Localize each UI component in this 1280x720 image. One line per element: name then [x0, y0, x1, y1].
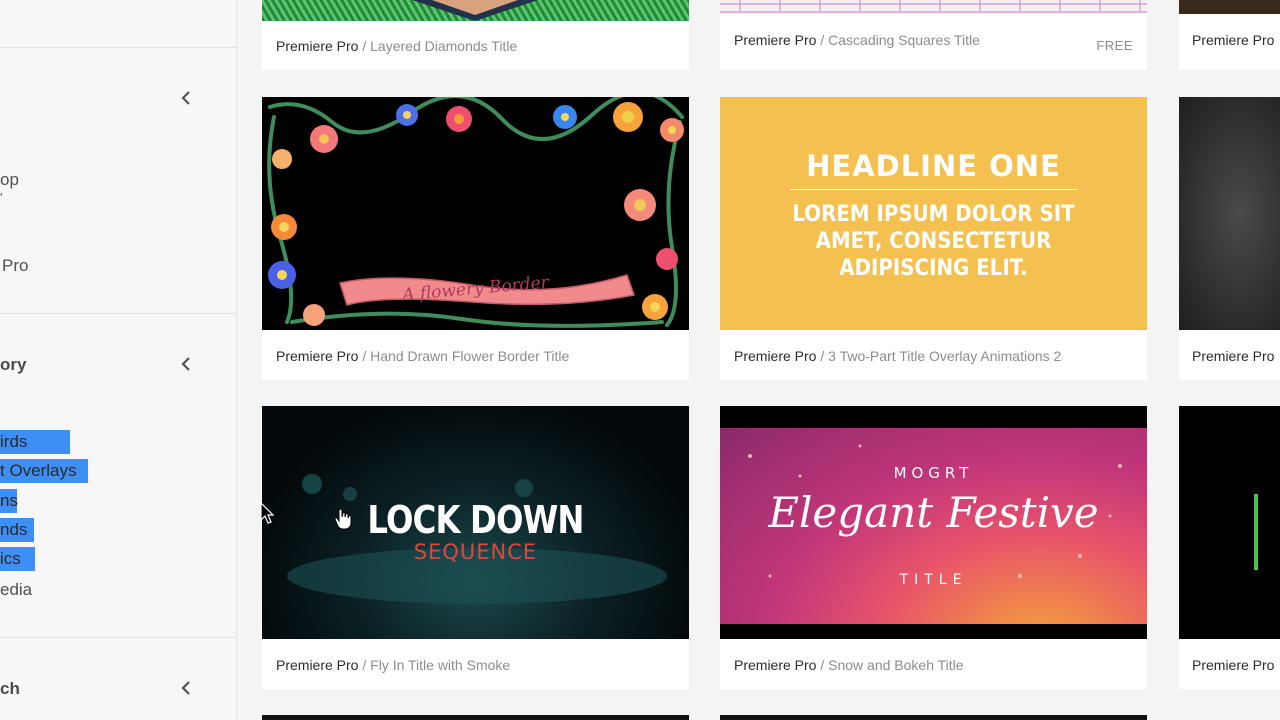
festive-bottom-text: TITLE: [899, 572, 968, 588]
card-caption: Premiere Pro: [1192, 657, 1274, 673]
template-thumbnail[interactable]: [262, 0, 689, 21]
caption-separator: /: [358, 38, 371, 54]
template-card[interactable]: Premiere Pro / Cascading Squares Title F…: [720, 0, 1147, 70]
template-thumbnail[interactable]: MOGRT Elegant Festive TITLE: [720, 406, 1147, 639]
body-text: LOREM IPSUM DOLOR SIT AMET, CONSECTETUR …: [741, 201, 1125, 282]
card-app-name[interactable]: Premiere Pro: [1192, 32, 1274, 48]
sidebar-divider: [0, 637, 236, 638]
template-card[interactable]: Premiere Pro: [1179, 406, 1280, 689]
free-badge: FREE: [1096, 38, 1133, 53]
filter-sidebar: op ' Pro ory irds t Overlays ns nds ics …: [0, 0, 237, 720]
card-title[interactable]: Snow and Bokeh Title: [828, 657, 963, 673]
template-card[interactable]: Premiere Pro: [1179, 97, 1280, 380]
card-caption: Premiere Pro / Cascading Squares Title: [734, 32, 980, 48]
template-thumbnail[interactable]: [1179, 97, 1280, 330]
card-app-name[interactable]: Premiere Pro: [734, 32, 816, 48]
template-card[interactable]: A flowery Border Premiere Pro / Hand Dra…: [262, 97, 689, 380]
app-filter-item-premiere-pro[interactable]: Pro: [2, 256, 28, 276]
card-caption: Premiere Pro / Fly In Title with Smoke: [276, 657, 510, 673]
card-app-name[interactable]: Premiere Pro: [276, 657, 358, 673]
festive-top-text: MOGRT: [893, 464, 974, 482]
template-thumbnail[interactable]: [1179, 406, 1280, 639]
caption-separator: /: [358, 348, 371, 364]
card-caption: Premiere Pro: [1192, 348, 1274, 364]
category-item[interactable]: edia: [0, 580, 32, 600]
app-filter-item-1[interactable]: op: [0, 170, 19, 190]
caption-separator: /: [816, 657, 829, 673]
category-item-selected[interactable]: ns: [0, 489, 18, 513]
collapse-chevron-icon[interactable]: [180, 90, 192, 106]
card-title[interactable]: Cascading Squares Title: [828, 32, 980, 48]
sidebar-divider: [0, 313, 236, 314]
template-card[interactable]: Premiere Pro: [1179, 0, 1280, 70]
card-title[interactable]: Hand Drawn Flower Border Title: [370, 348, 569, 364]
category-item-selected[interactable]: t Overlays: [0, 459, 88, 483]
template-thumbnail[interactable]: HEADLINE ONE LOREM IPSUM DOLOR SIT AMET,…: [720, 97, 1147, 330]
headline-text: HEADLINE ONE: [806, 149, 1061, 183]
template-thumbnail[interactable]: [720, 0, 1147, 14]
category-item-selected[interactable]: nds: [0, 518, 34, 542]
card-app-name[interactable]: Premiere Pro: [734, 348, 816, 364]
card-app-name[interactable]: Premiere Pro: [1192, 657, 1274, 673]
hand-cursor-icon: [334, 508, 352, 530]
template-card[interactable]: MOGRT Elegant Festive TITLE Premiere Pro…: [720, 406, 1147, 689]
card-caption: Premiere Pro / Snow and Bokeh Title: [734, 657, 964, 673]
card-app-name[interactable]: Premiere Pro: [734, 657, 816, 673]
festive-script-text: Elegant Festive: [768, 488, 1099, 537]
body-line: ADIPISCING ELIT.: [839, 256, 1028, 281]
template-card[interactable]: LOCK DOWN SEQUENCE Premiere Pro / Fly In…: [262, 406, 689, 689]
card-app-name[interactable]: Premiere Pro: [1192, 348, 1274, 364]
card-caption: Premiere Pro / 3 Two-Part Title Overlay …: [734, 348, 1061, 364]
card-caption: Premiere Pro / Layered Diamonds Title: [276, 38, 517, 54]
card-title[interactable]: Layered Diamonds Title: [370, 38, 517, 54]
category-item-selected[interactable]: ics: [0, 547, 35, 571]
template-card[interactable]: [262, 715, 689, 720]
template-thumbnail[interactable]: A flowery Border: [262, 97, 689, 330]
app-filter-item-2[interactable]: ': [0, 190, 2, 205]
template-thumbnail[interactable]: LOCK DOWN SEQUENCE: [262, 406, 689, 639]
template-card[interactable]: HEADLINE ONE LOREM IPSUM DOLOR SIT AMET,…: [720, 97, 1147, 380]
card-title[interactable]: 3 Two-Part Title Overlay Animations 2: [828, 348, 1061, 364]
caption-separator: /: [816, 348, 829, 364]
caption-separator: /: [358, 657, 371, 673]
sidebar-divider: [0, 47, 236, 48]
search-header[interactable]: ch: [0, 679, 20, 699]
card-title[interactable]: Fly In Title with Smoke: [370, 657, 510, 673]
green-bar: [1254, 494, 1258, 570]
headline-rule: [790, 189, 1077, 190]
body-line: LOREM IPSUM DOLOR SIT: [792, 202, 1075, 227]
collapse-chevron-icon[interactable]: [180, 680, 192, 696]
category-item-selected[interactable]: irds: [0, 430, 70, 454]
template-card[interactable]: [720, 715, 1147, 720]
body-line: AMET, CONSECTETUR: [815, 229, 1052, 254]
arrow-cursor-icon: [260, 502, 275, 524]
card-app-name[interactable]: Premiere Pro: [276, 348, 358, 364]
card-caption: Premiere Pro / Hand Drawn Flower Border …: [276, 348, 569, 364]
template-thumbnail[interactable]: [1179, 0, 1280, 14]
lockdown-line2: SEQUENCE: [413, 540, 538, 564]
card-app-name[interactable]: Premiere Pro: [276, 38, 358, 54]
category-header[interactable]: ory: [0, 355, 26, 375]
caption-separator: /: [816, 32, 829, 48]
card-caption: Premiere Pro: [1192, 32, 1274, 48]
template-card[interactable]: Premiere Pro / Layered Diamonds Title: [262, 0, 689, 70]
collapse-chevron-icon[interactable]: [180, 356, 192, 372]
